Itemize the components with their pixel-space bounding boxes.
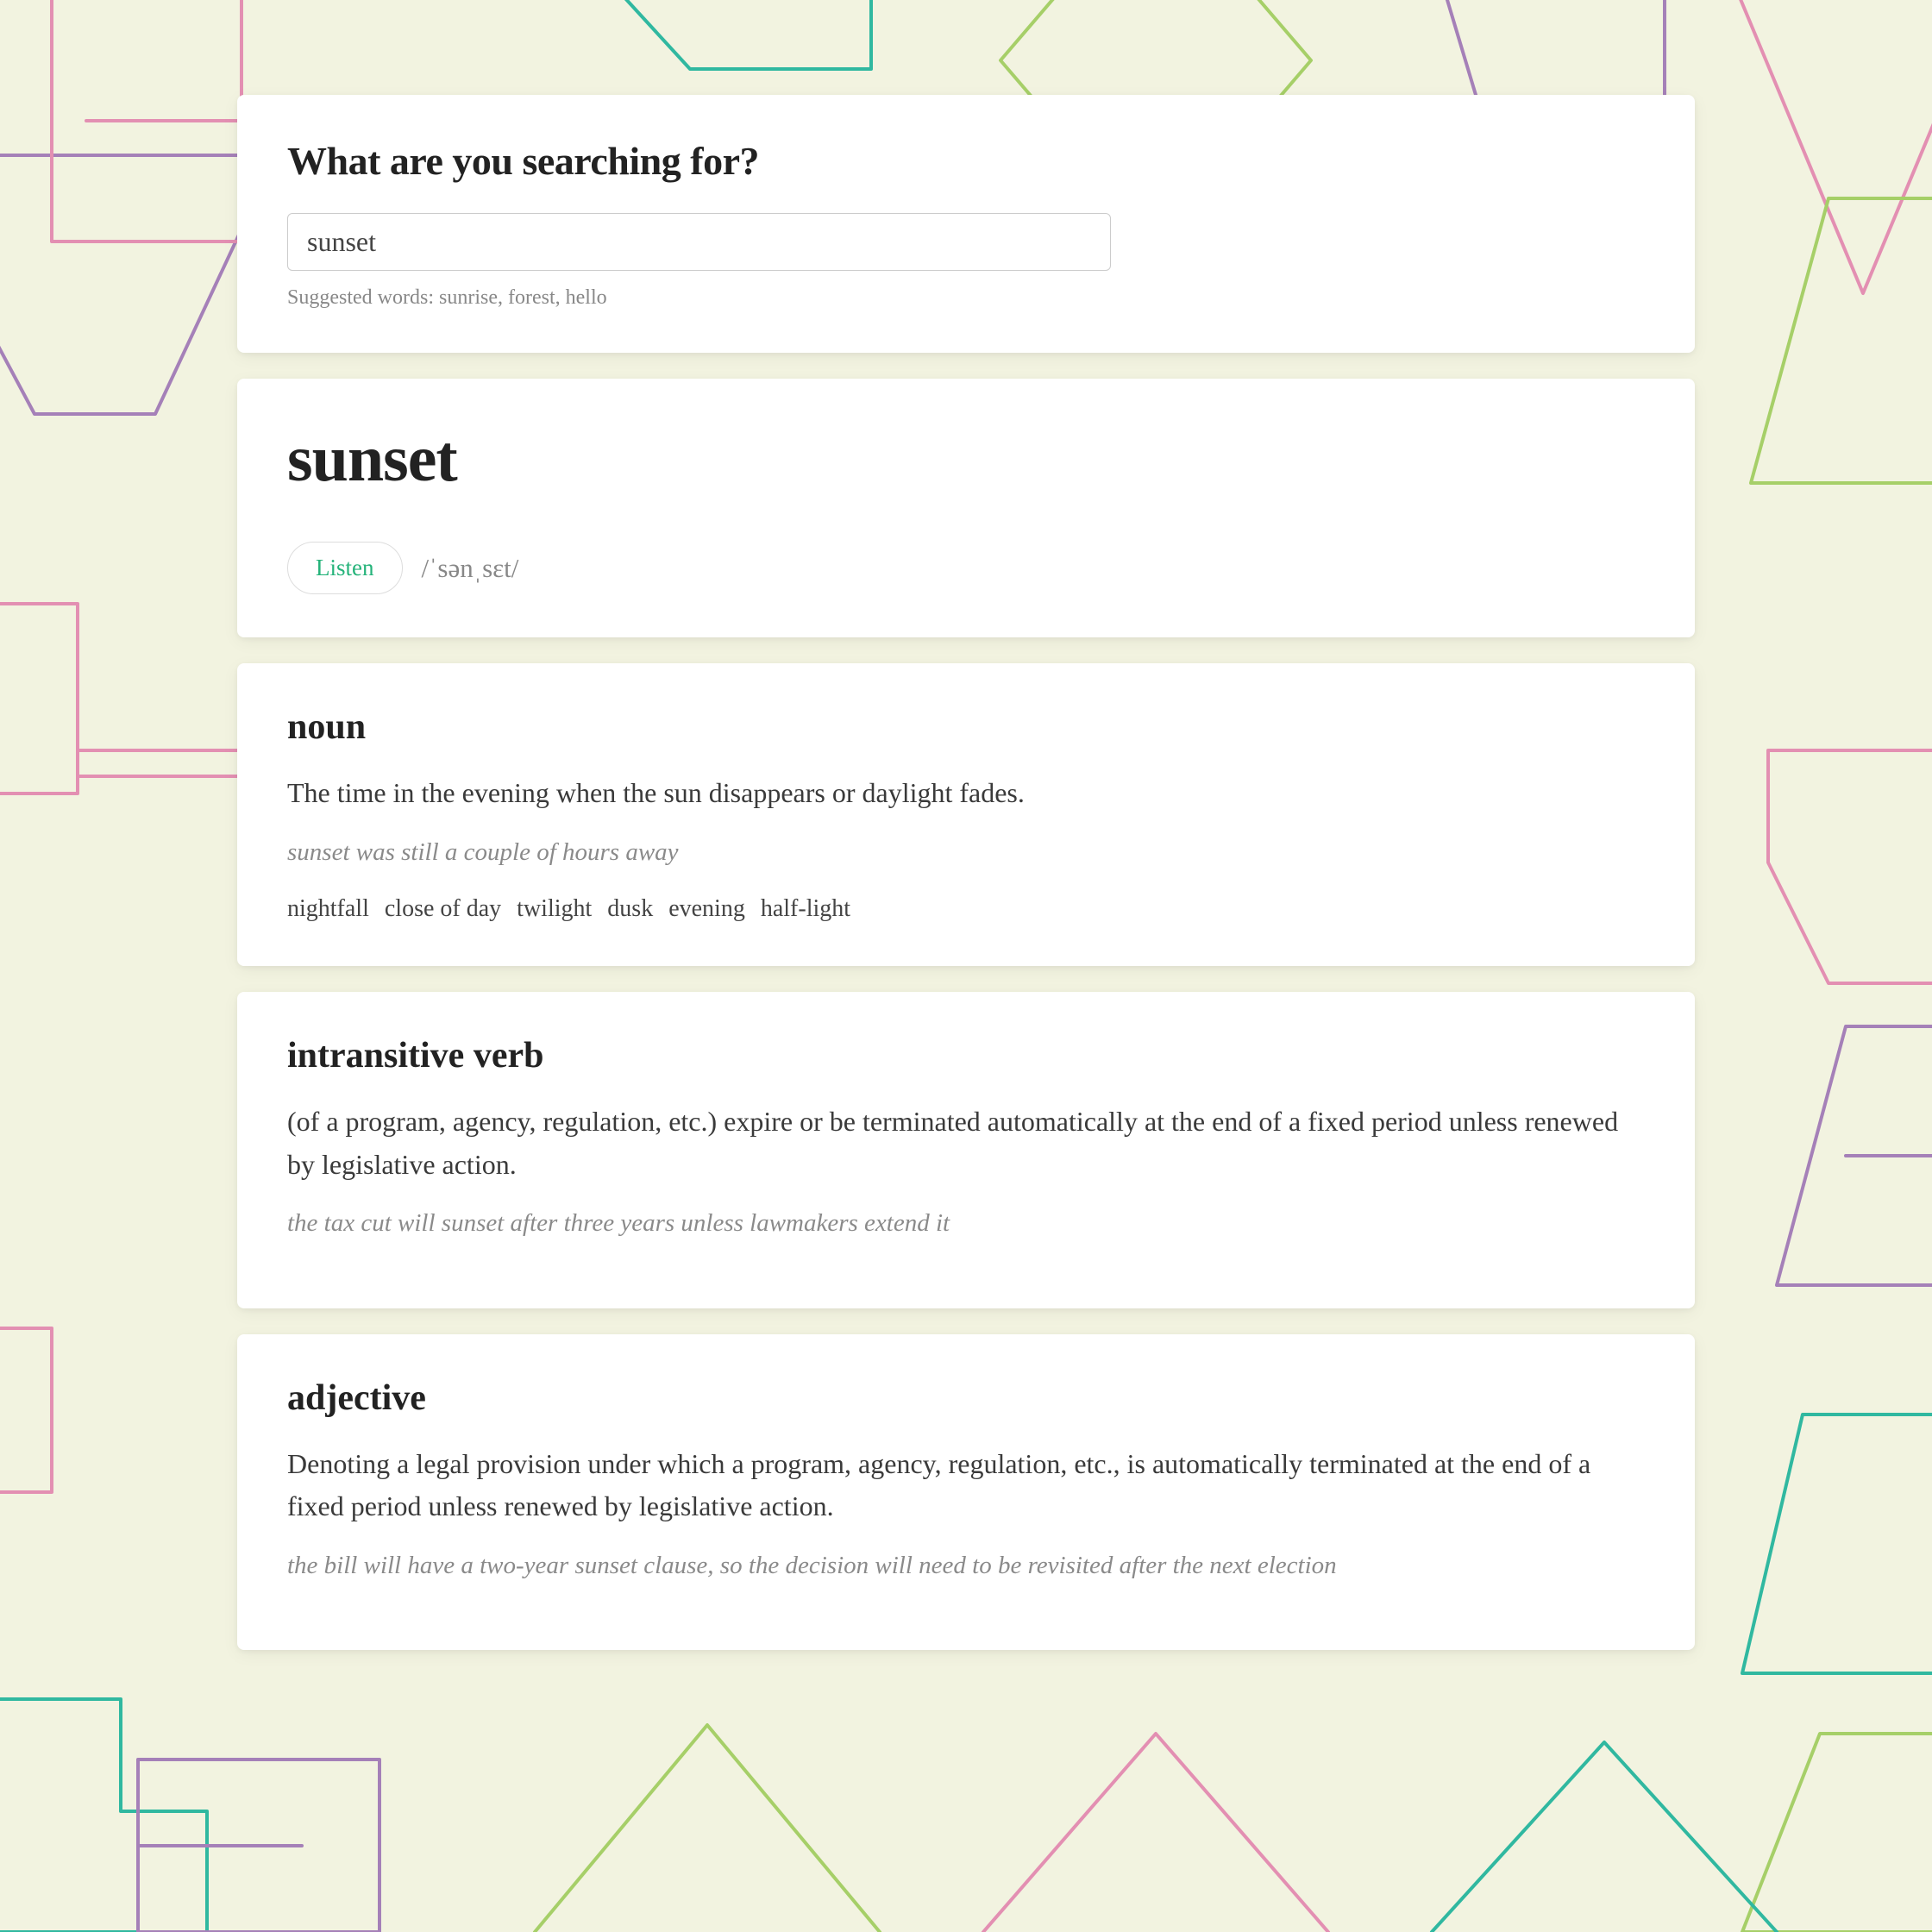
example-text: the tax cut will sunset after three year…: [287, 1205, 1645, 1243]
definition-text: (of a program, agency, regulation, etc.)…: [287, 1101, 1645, 1186]
search-card: What are you searching for? Suggested wo…: [237, 95, 1695, 353]
synonym-item: half-light: [761, 895, 850, 923]
synonym-list: nightfall close of day twilight dusk eve…: [287, 895, 1645, 923]
meaning-card: noun The time in the evening when the su…: [237, 663, 1695, 966]
phonetic-text: /ˈsənˌsɛt/: [422, 553, 519, 584]
definition-text: Denoting a legal provision under which a…: [287, 1443, 1645, 1528]
synonym-item: nightfall: [287, 895, 369, 923]
synonym-item: evening: [668, 895, 745, 923]
meaning-card: adjective Denoting a legal provision und…: [237, 1334, 1695, 1651]
search-heading: What are you searching for?: [287, 138, 1645, 184]
suggested-words: Suggested words: sunrise, forest, hello: [287, 286, 1645, 310]
part-of-speech: noun: [287, 706, 1645, 748]
phonetic-row: Listen /ˈsənˌsɛt/: [287, 542, 1645, 594]
word-title: sunset: [287, 422, 1645, 497]
synonym-item: dusk: [607, 895, 653, 923]
definition-text: The time in the evening when the sun dis…: [287, 772, 1645, 815]
part-of-speech: adjective: [287, 1377, 1645, 1419]
meaning-card: intransitive verb (of a program, agency,…: [237, 992, 1695, 1308]
synonym-item: close of day: [385, 895, 501, 923]
word-card: sunset Listen /ˈsənˌsɛt/: [237, 379, 1695, 637]
part-of-speech: intransitive verb: [287, 1035, 1645, 1076]
example-text: sunset was still a couple of hours away: [287, 834, 1645, 872]
listen-button[interactable]: Listen: [287, 542, 403, 594]
example-text: the bill will have a two-year sunset cla…: [287, 1547, 1645, 1585]
synonym-item: twilight: [517, 895, 592, 923]
search-input[interactable]: [287, 213, 1111, 271]
